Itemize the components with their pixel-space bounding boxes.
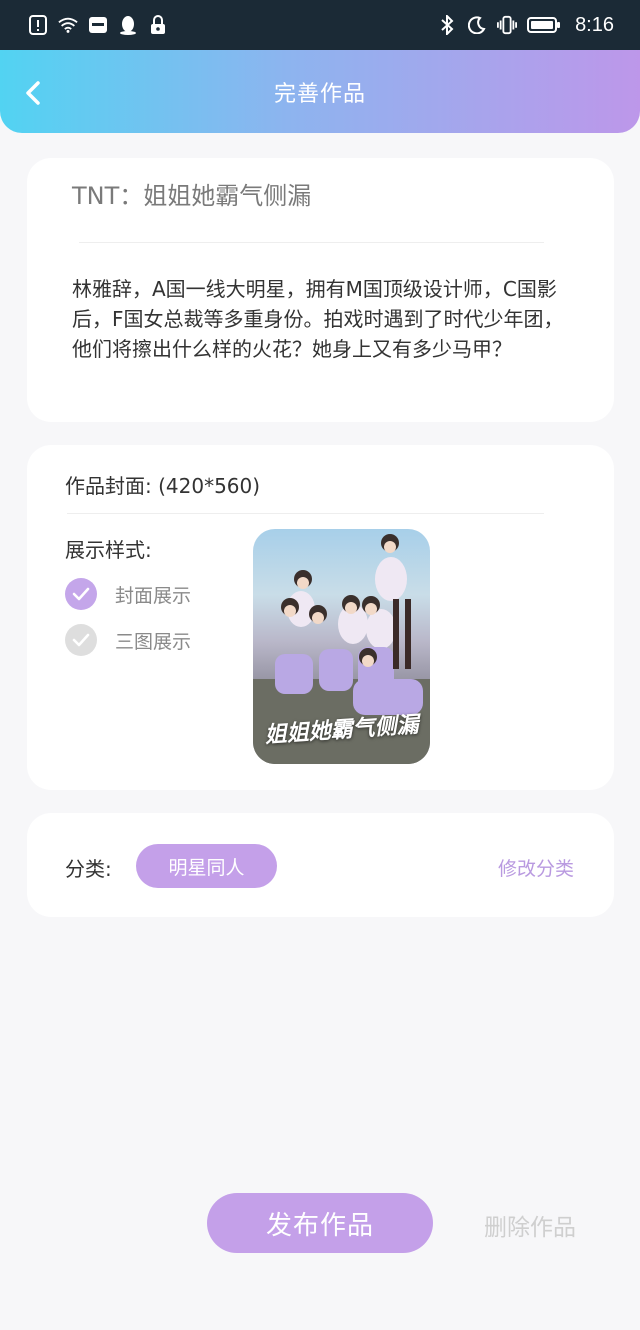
back-button[interactable]	[16, 76, 50, 110]
chevron-left-icon	[26, 81, 40, 105]
bluetooth-icon	[437, 15, 457, 35]
qq-icon	[118, 15, 138, 35]
alert-icon	[28, 15, 48, 35]
option-three-image-display[interactable]: 三图展示	[65, 624, 191, 656]
category-chip[interactable]: 明星同人	[136, 844, 277, 888]
option-label: 封面展示	[115, 584, 192, 607]
status-time: 8:16	[575, 13, 614, 36]
checkmark-icon[interactable]	[65, 624, 97, 656]
cover-label: 作品封面: (420*560)	[65, 474, 261, 498]
page-title: 完善作品	[273, 81, 366, 107]
page-header: 完善作品	[0, 50, 640, 133]
lock-icon	[148, 15, 168, 35]
cover-card: 作品封面: (420*560) 展示样式: 封面展示 三图展示 姐姐她霸气侧漏	[27, 445, 614, 790]
app-notification-icon	[88, 15, 108, 35]
status-bar: 8:16	[0, 0, 640, 50]
work-info-card: TNT：姐姐她霸气侧漏 林雅辞，A国一线大明星，拥有M国顶级设计师，C国影后，F…	[27, 158, 614, 422]
category-label: 分类:	[65, 857, 112, 881]
moon-icon	[467, 15, 487, 35]
cover-image[interactable]: 姐姐她霸气侧漏	[253, 529, 430, 764]
divider	[79, 242, 544, 243]
work-description-input[interactable]: 林雅辞，A国一线大明星，拥有M国顶级设计师，C国影后，F国女总裁等多重身份。拍戏…	[72, 274, 577, 364]
edit-category-link[interactable]: 修改分类	[498, 854, 574, 881]
vibrate-icon	[497, 15, 518, 35]
wifi-icon	[58, 15, 78, 35]
option-label: 三图展示	[115, 630, 192, 653]
divider	[67, 513, 544, 514]
category-card: 分类: 明星同人 修改分类	[27, 813, 614, 917]
work-title-input[interactable]: TNT：姐姐她霸气侧漏	[72, 176, 311, 211]
status-right-icons: 8:16	[437, 14, 614, 37]
delete-button[interactable]: 删除作品	[484, 1208, 576, 1242]
display-style-label: 展示样式:	[65, 538, 152, 562]
option-cover-display[interactable]: 封面展示	[65, 578, 191, 610]
publish-button[interactable]: 发布作品	[207, 1193, 433, 1253]
status-left-icons	[28, 15, 168, 35]
battery-icon	[527, 15, 561, 35]
checkmark-icon[interactable]	[65, 578, 97, 610]
